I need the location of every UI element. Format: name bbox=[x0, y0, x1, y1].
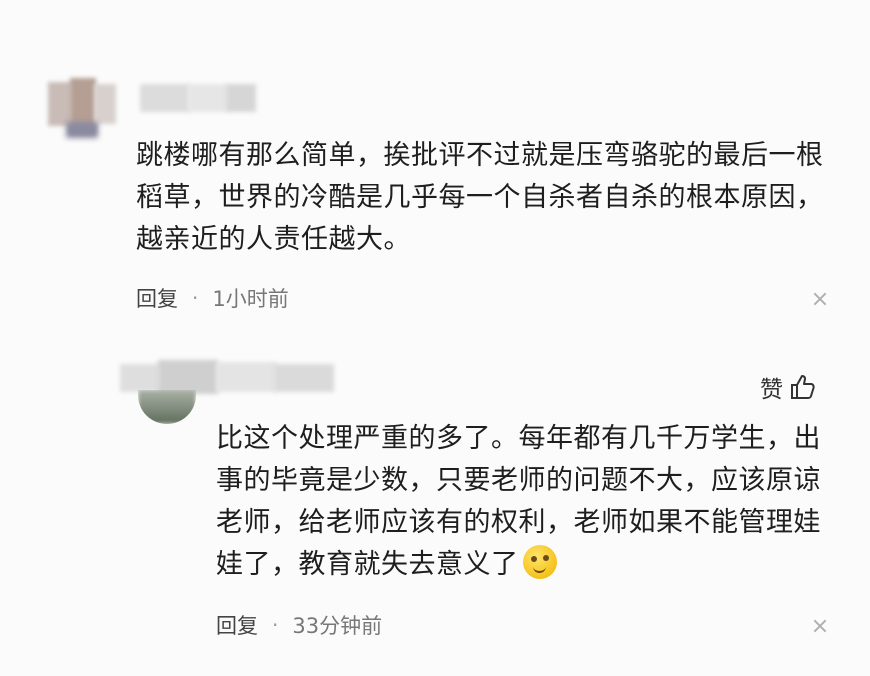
meta-separator: · bbox=[272, 613, 279, 637]
comment-2-meta: 回复 · 33分钟前 bbox=[216, 610, 382, 640]
comment-1-line: 越亲近的人责任越大。 bbox=[136, 224, 411, 255]
reply-button[interactable]: 回复 bbox=[136, 283, 178, 313]
close-icon[interactable] bbox=[812, 618, 828, 634]
reply-button[interactable]: 回复 bbox=[216, 610, 258, 640]
comment-panel: 跳楼哪有那么简单，挨批评不过就是压弯骆驼的最后一根 稻草，世界的冷酷是几乎每一个… bbox=[0, 0, 870, 676]
comment-1-username[interactable] bbox=[140, 84, 260, 114]
comment-1-line: 跳楼哪有那么简单，挨批评不过就是压弯骆驼的最后一根 bbox=[136, 140, 824, 171]
comment-1-avatar[interactable] bbox=[48, 78, 120, 138]
comment-2-line: 比这个处理严重的多了。每年都有几千万学生，出 bbox=[216, 423, 821, 454]
comment-2-text: 比这个处理严重的多了。每年都有几千万学生，出 事的毕竟是少数，只要老师的问题不大… bbox=[216, 418, 846, 586]
close-icon[interactable] bbox=[812, 291, 828, 307]
comment-2-line: 娃了，教育就失去意义了 bbox=[216, 549, 519, 580]
smirk-emoji-icon bbox=[522, 545, 557, 579]
comment-1-text: 跳楼哪有那么简单，挨批评不过就是压弯骆驼的最后一根 稻草，世界的冷酷是几乎每一个… bbox=[136, 135, 846, 261]
comment-timestamp: 33分钟前 bbox=[292, 614, 383, 638]
comment-2-line: 老师，给老师应该有的权利，老师如果不能管理娃 bbox=[216, 507, 821, 538]
like-button[interactable]: 赞 bbox=[760, 370, 817, 404]
comment-2-avatar[interactable] bbox=[138, 390, 196, 424]
like-label: 赞 bbox=[760, 377, 783, 403]
thumbs-up-icon bbox=[791, 375, 815, 399]
comment-timestamp: 1小时前 bbox=[212, 287, 289, 311]
comment-1-meta: 回复 · 1小时前 bbox=[136, 283, 289, 313]
comment-2-line-last: 娃了，教育就失去意义了 bbox=[216, 544, 846, 586]
comment-2-line: 事的毕竟是少数，只要老师的问题不大，应该原谅 bbox=[216, 465, 821, 496]
comment-1-line: 稻草，世界的冷酷是几乎每一个自杀者自杀的根本原因， bbox=[136, 182, 824, 213]
meta-separator: · bbox=[192, 286, 199, 310]
